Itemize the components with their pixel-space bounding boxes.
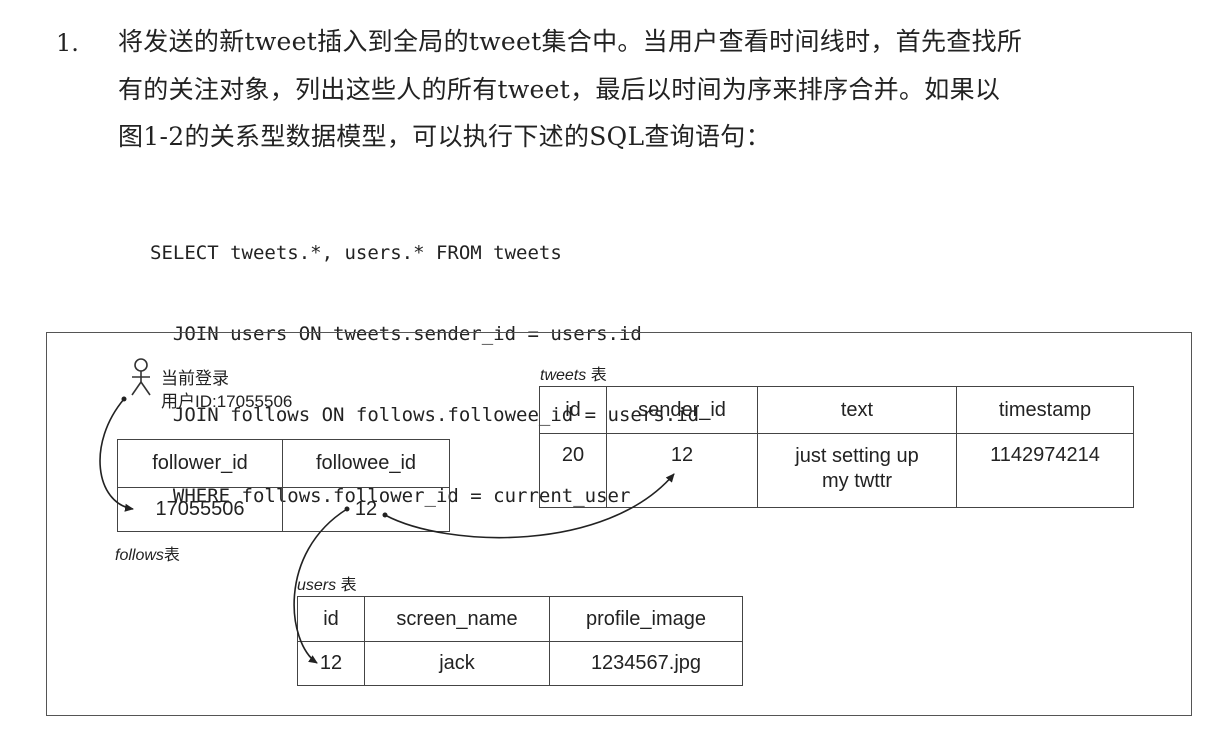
arrow-icon xyxy=(99,398,134,512)
paragraph-line-1: 将发送的新tweet插入到全局的tweet集合中。当用户查看时间线时，首先查找所 xyxy=(118,27,1023,56)
sql-line-1: SELECT tweets.*, users.* FROM tweets xyxy=(150,242,562,264)
paragraph-line-2: 有的关注对象，列出这些人的所有tweet，最后以时间为序来排序合并。如果以 xyxy=(118,75,1001,104)
relational-schema-figure: 当前登录 用户ID:17055506 tweets 表 id sender_id… xyxy=(46,332,1192,716)
list-number: 1. xyxy=(56,29,79,57)
arrow-icon xyxy=(384,473,675,539)
relationship-arrows xyxy=(99,396,675,664)
paragraph-line-3: 图1-2的关系型数据模型，可以执行下述的SQL查询语句： xyxy=(118,122,771,151)
arrow-icon xyxy=(293,508,348,664)
